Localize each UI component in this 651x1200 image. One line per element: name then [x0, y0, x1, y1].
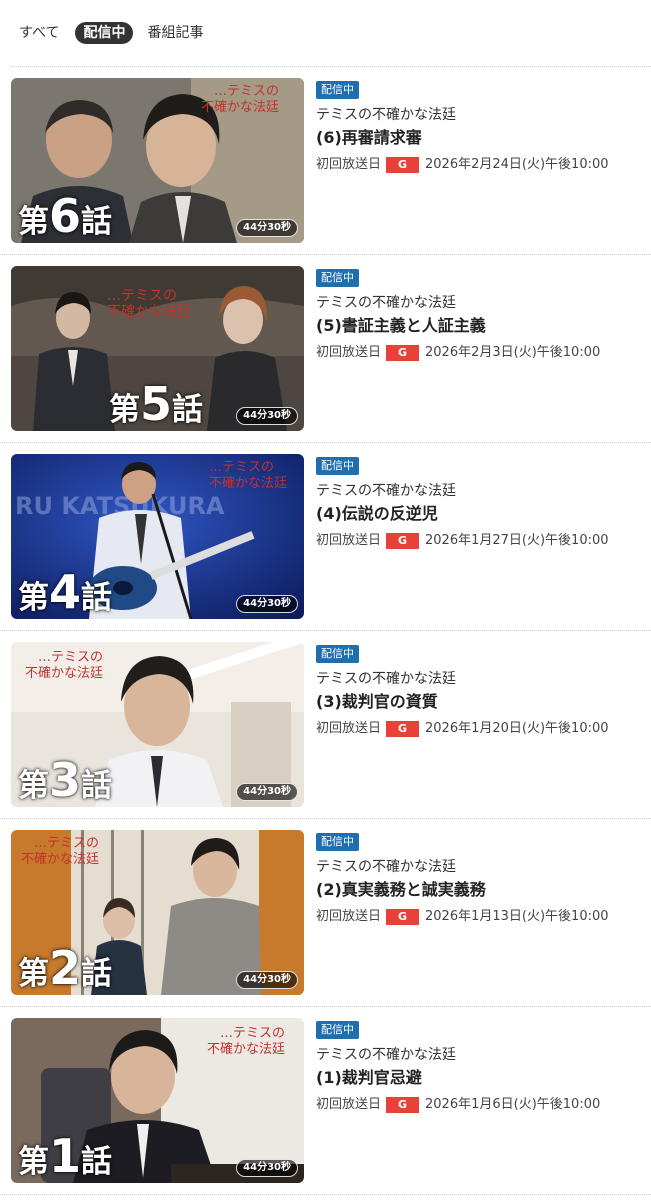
series-logo: …テミスの 不確かな法廷 — [209, 460, 288, 491]
series-logo: …テミスの 不確かな法廷 — [107, 288, 191, 320]
air-date-row: 初回放送日 G 2026年2月3日(火)午後10:00 — [316, 344, 641, 362]
duration-badge: 44分30秒 — [236, 407, 298, 425]
episode-thumbnail[interactable]: …テミスの 不確かな法廷 第5話 44分30秒 — [11, 266, 304, 431]
episode-number-overlay: 第5話 — [109, 377, 204, 431]
air-date-label: 初回放送日 — [316, 1097, 382, 1112]
tab-all[interactable]: すべて — [19, 22, 59, 44]
channel-g-icon: G — [386, 157, 420, 173]
series-name[interactable]: テミスの不確かな法廷 — [316, 294, 641, 312]
episode-number-overlay: 第6話 — [18, 189, 113, 243]
air-date-label: 初回放送日 — [316, 533, 382, 548]
channel-g-icon: G — [386, 345, 420, 361]
episode-title[interactable]: (2)真実義務と誠実義務 — [316, 880, 641, 900]
duration-badge: 44分30秒 — [236, 219, 298, 237]
series-name[interactable]: テミスの不確かな法廷 — [316, 1046, 641, 1064]
episode-info: 配信中 テミスの不確かな法廷 (6)再審請求審 初回放送日 G 2026年2月2… — [316, 78, 641, 174]
air-date-row: 初回放送日 G 2026年1月6日(火)午後10:00 — [316, 1096, 641, 1114]
air-date-row: 初回放送日 G 2026年2月24日(火)午後10:00 — [316, 156, 641, 174]
episode-item[interactable]: …テミスの 不確かな法廷 第6話 44分30秒 配信中 テミスの不確かな法廷 (6… — [0, 67, 651, 255]
episode-number-overlay: 第3話 — [18, 753, 113, 807]
episode-info: 配信中 テミスの不確かな法廷 (2)真実義務と誠実義務 初回放送日 G 2026… — [316, 830, 641, 926]
series-logo: …テミスの 不確かな法廷 — [201, 84, 280, 115]
tab-program-articles[interactable]: 番組記事 — [147, 22, 203, 44]
tab-streaming[interactable]: 配信中 — [75, 22, 134, 44]
streaming-badge: 配信中 — [316, 269, 359, 287]
air-date-row: 初回放送日 G 2026年1月13日(火)午後10:00 — [316, 908, 641, 926]
episode-info: 配信中 テミスの不確かな法廷 (3)裁判官の資質 初回放送日 G 2026年1月… — [316, 642, 641, 738]
air-date: 2026年2月24日(火)午後10:00 — [425, 157, 609, 172]
channel-g-icon: G — [386, 721, 420, 737]
channel-g-icon: G — [386, 909, 420, 925]
streaming-badge: 配信中 — [316, 81, 359, 99]
duration-badge: 44分30秒 — [236, 1159, 298, 1177]
channel-g-icon: G — [386, 1097, 420, 1113]
episode-thumbnail[interactable]: …テミスの 不確かな法廷 第2話 44分30秒 — [11, 830, 304, 995]
air-date: 2026年2月3日(火)午後10:00 — [425, 345, 601, 360]
air-date: 2026年1月6日(火)午後10:00 — [425, 1097, 601, 1112]
air-date-row: 初回放送日 G 2026年1月27日(火)午後10:00 — [316, 532, 641, 550]
episode-item[interactable]: RU KATSUKURA …テミスの 不確かな法廷 第4話 44分30秒 配信中 … — [0, 443, 651, 631]
series-name[interactable]: テミスの不確かな法廷 — [316, 106, 641, 124]
duration-badge: 44分30秒 — [236, 783, 298, 801]
air-date-label: 初回放送日 — [316, 721, 382, 736]
duration-badge: 44分30秒 — [236, 595, 298, 613]
episode-list: …テミスの 不確かな法廷 第6話 44分30秒 配信中 テミスの不確かな法廷 (6… — [0, 67, 651, 1195]
episode-thumbnail[interactable]: …テミスの 不確かな法廷 第1話 44分30秒 — [11, 1018, 304, 1183]
streaming-badge: 配信中 — [316, 833, 359, 851]
episode-thumbnail[interactable]: …テミスの 不確かな法廷 第3話 44分30秒 — [11, 642, 304, 807]
episode-number-overlay: 第1話 — [18, 1129, 113, 1183]
episode-title[interactable]: (4)伝説の反逆児 — [316, 504, 641, 524]
episode-info: 配信中 テミスの不確かな法廷 (5)書証主義と人証主義 初回放送日 G 2026… — [316, 266, 641, 362]
episode-item[interactable]: …テミスの 不確かな法廷 第5話 44分30秒 配信中 テミスの不確かな法廷 (5… — [0, 255, 651, 443]
air-date-row: 初回放送日 G 2026年1月20日(火)午後10:00 — [316, 720, 641, 738]
streaming-badge: 配信中 — [316, 457, 359, 475]
episode-title[interactable]: (5)書証主義と人証主義 — [316, 316, 641, 336]
air-date: 2026年1月27日(火)午後10:00 — [425, 533, 609, 548]
streaming-badge: 配信中 — [316, 645, 359, 663]
filter-tabs: すべて 配信中 番組記事 — [0, 0, 651, 66]
air-date-label: 初回放送日 — [316, 345, 382, 360]
air-date-label: 初回放送日 — [316, 157, 382, 172]
series-name[interactable]: テミスの不確かな法廷 — [316, 482, 641, 500]
episode-item[interactable]: …テミスの 不確かな法廷 第3話 44分30秒 配信中 テミスの不確かな法廷 (3… — [0, 631, 651, 819]
streaming-badge: 配信中 — [316, 1021, 359, 1039]
duration-badge: 44分30秒 — [236, 971, 298, 989]
series-name[interactable]: テミスの不確かな法廷 — [316, 858, 641, 876]
air-date: 2026年1月20日(火)午後10:00 — [425, 721, 609, 736]
series-logo: …テミスの 不確かな法廷 — [207, 1026, 286, 1057]
episode-info: 配信中 テミスの不確かな法廷 (1)裁判官忌避 初回放送日 G 2026年1月6… — [316, 1018, 641, 1114]
channel-g-icon: G — [386, 533, 420, 549]
episode-info: 配信中 テミスの不確かな法廷 (4)伝説の反逆児 初回放送日 G 2026年1月… — [316, 454, 641, 550]
air-date: 2026年1月13日(火)午後10:00 — [425, 909, 609, 924]
episode-item[interactable]: …テミスの 不確かな法廷 第2話 44分30秒 配信中 テミスの不確かな法廷 (2… — [0, 819, 651, 1007]
series-name[interactable]: テミスの不確かな法廷 — [316, 670, 641, 688]
series-logo: …テミスの 不確かな法廷 — [21, 836, 100, 867]
series-logo: …テミスの 不確かな法廷 — [25, 650, 104, 681]
episode-thumbnail[interactable]: RU KATSUKURA …テミスの 不確かな法廷 第4話 44分30秒 — [11, 454, 304, 619]
episode-title[interactable]: (1)裁判官忌避 — [316, 1068, 641, 1088]
episode-number-overlay: 第4話 — [18, 565, 113, 619]
episode-thumbnail[interactable]: …テミスの 不確かな法廷 第6話 44分30秒 — [11, 78, 304, 243]
episode-item[interactable]: …テミスの 不確かな法廷 第1話 44分30秒 配信中 テミスの不確かな法廷 (1… — [0, 1007, 651, 1195]
episode-number-overlay: 第2話 — [18, 941, 113, 995]
episode-title[interactable]: (6)再審請求審 — [316, 128, 641, 148]
episode-title[interactable]: (3)裁判官の資質 — [316, 692, 641, 712]
air-date-label: 初回放送日 — [316, 909, 382, 924]
